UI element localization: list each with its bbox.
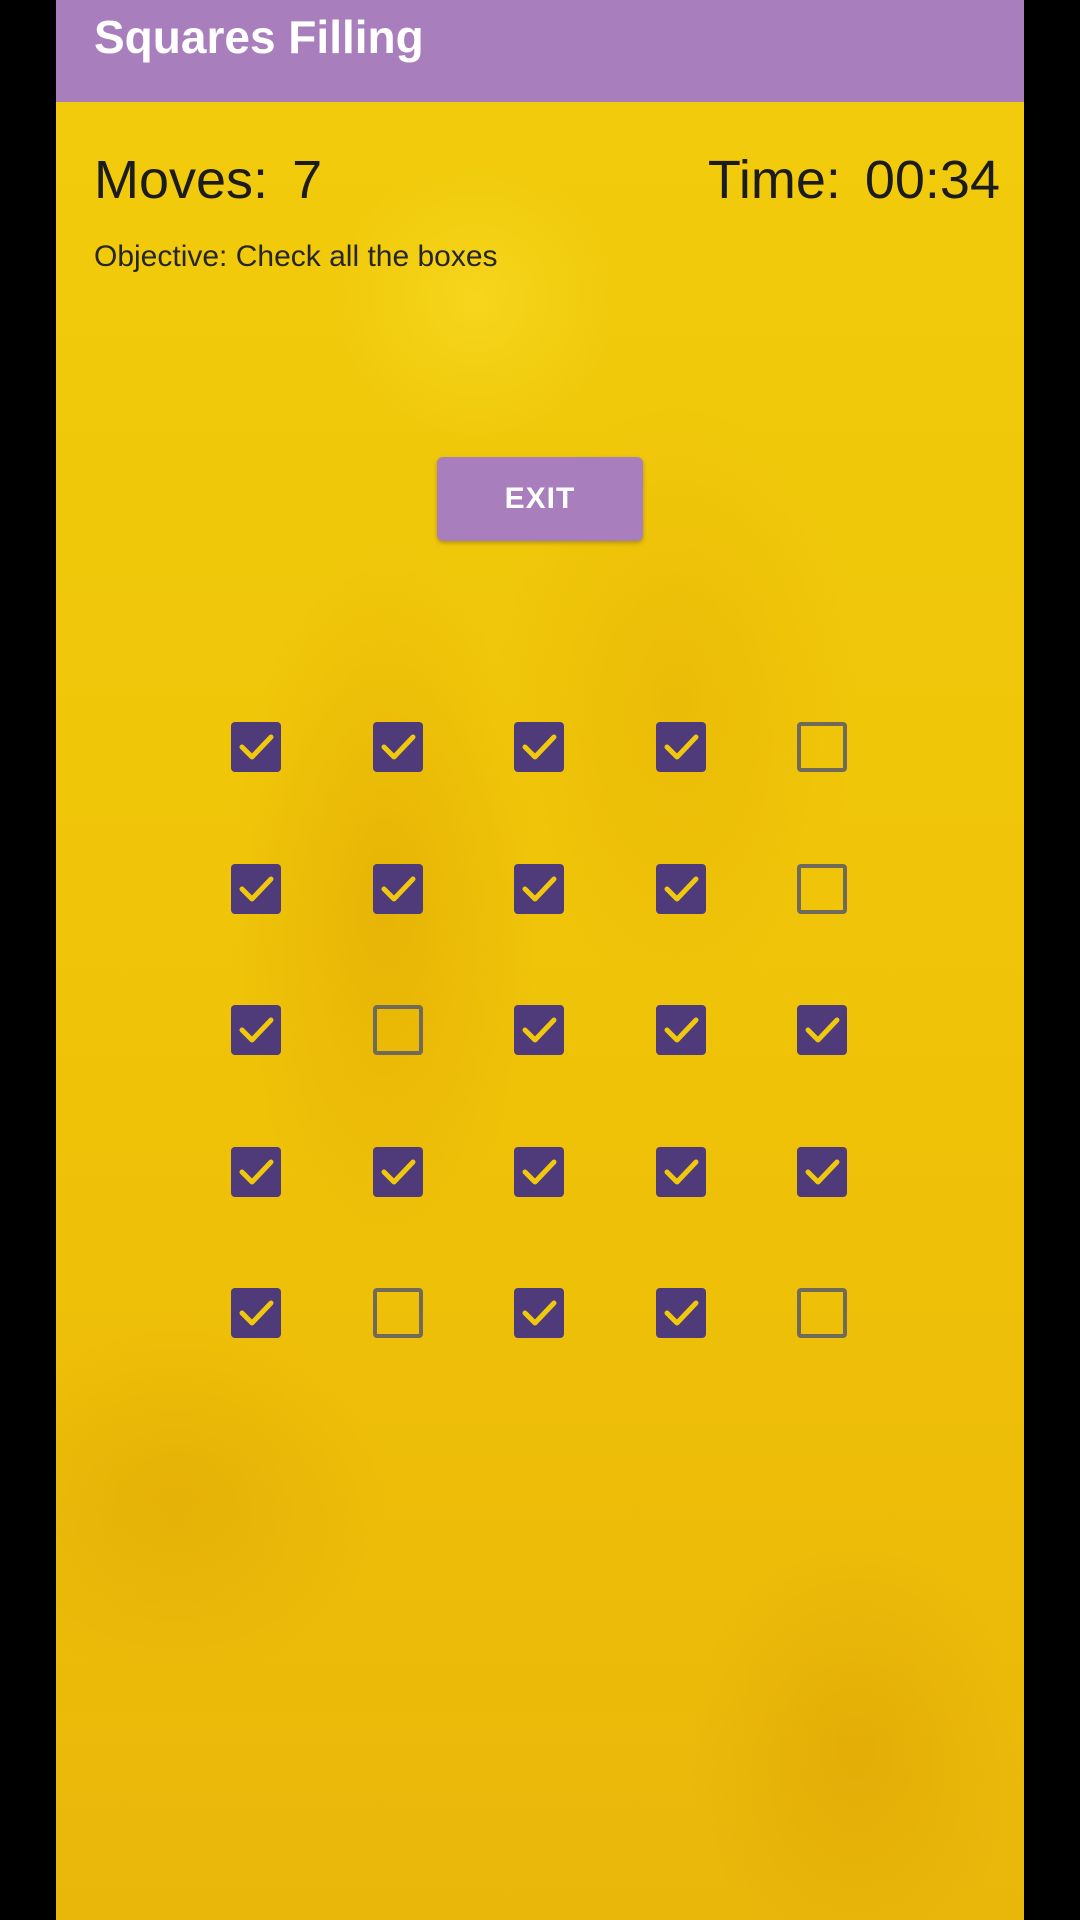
checkbox-r4-c5[interactable] [797,1147,847,1197]
checkmark-icon [664,1017,699,1043]
checkbox-grid [231,722,851,1342]
checkmark-icon [805,1159,840,1185]
checkbox-r2-c4[interactable] [656,864,706,914]
checkmark-icon [381,734,416,760]
checkbox-r1-c2[interactable] [373,722,423,772]
moves-label: Moves: [94,150,269,210]
checkbox-r3-c2[interactable] [373,1005,423,1055]
checkbox-r5-c4[interactable] [656,1288,706,1338]
checkbox-r5-c3[interactable] [514,1288,564,1338]
checkbox-r3-c3[interactable] [514,1005,564,1055]
app-bar: Squares Filling [56,0,1024,102]
checkmark-icon [522,876,557,902]
moves-value: 7 [292,150,323,210]
checkmark-icon [381,1159,416,1185]
checkbox-r4-c1[interactable] [231,1147,281,1197]
checkmark-icon [239,1159,274,1185]
checkmark-icon [805,1017,840,1043]
checkmark-icon [239,1300,274,1326]
checkmark-icon [239,876,274,902]
checkmark-icon [522,1017,557,1043]
exit-button[interactable]: EXIT [437,457,643,541]
moves-counter: Moves: 7 [94,148,322,212]
game-screen: Squares Filling Moves: 7 Time: 00:34 Objec… [56,0,1024,1920]
checkbox-r5-c5[interactable] [797,1288,847,1338]
checkmark-icon [239,734,274,760]
checkmark-icon [664,734,699,760]
checkmark-icon [522,1300,557,1326]
app-title: Squares Filling [94,11,424,63]
checkbox-r4-c2[interactable] [373,1147,423,1197]
checkbox-r3-c4[interactable] [656,1005,706,1055]
time-label: Time: [707,150,841,210]
checkbox-r5-c1[interactable] [231,1288,281,1338]
checkmark-icon [664,876,699,902]
checkbox-r5-c2[interactable] [373,1288,423,1338]
checkmark-icon [522,1159,557,1185]
objective-text: Objective: Check all the boxes [94,240,498,273]
checkbox-r2-c5[interactable] [797,864,847,914]
checkbox-r3-c1[interactable] [231,1005,281,1055]
checkmark-icon [522,734,557,760]
timer: Time: 00:34 [708,148,1000,212]
checkmark-icon [239,1017,274,1043]
checkbox-r3-c5[interactable] [797,1005,847,1055]
checkbox-r2-c3[interactable] [514,864,564,914]
checkmark-icon [664,1159,699,1185]
checkbox-r4-c4[interactable] [656,1147,706,1197]
checkbox-r1-c1[interactable] [231,722,281,772]
time-value: 00:34 [864,150,1000,210]
checkmark-icon [381,876,416,902]
checkbox-r1-c5[interactable] [797,722,847,772]
checkbox-r4-c3[interactable] [514,1147,564,1197]
checkbox-r1-c4[interactable] [656,722,706,772]
checkbox-r2-c2[interactable] [373,864,423,914]
checkbox-r2-c1[interactable] [231,864,281,914]
checkmark-icon [664,1300,699,1326]
checkbox-r1-c3[interactable] [514,722,564,772]
